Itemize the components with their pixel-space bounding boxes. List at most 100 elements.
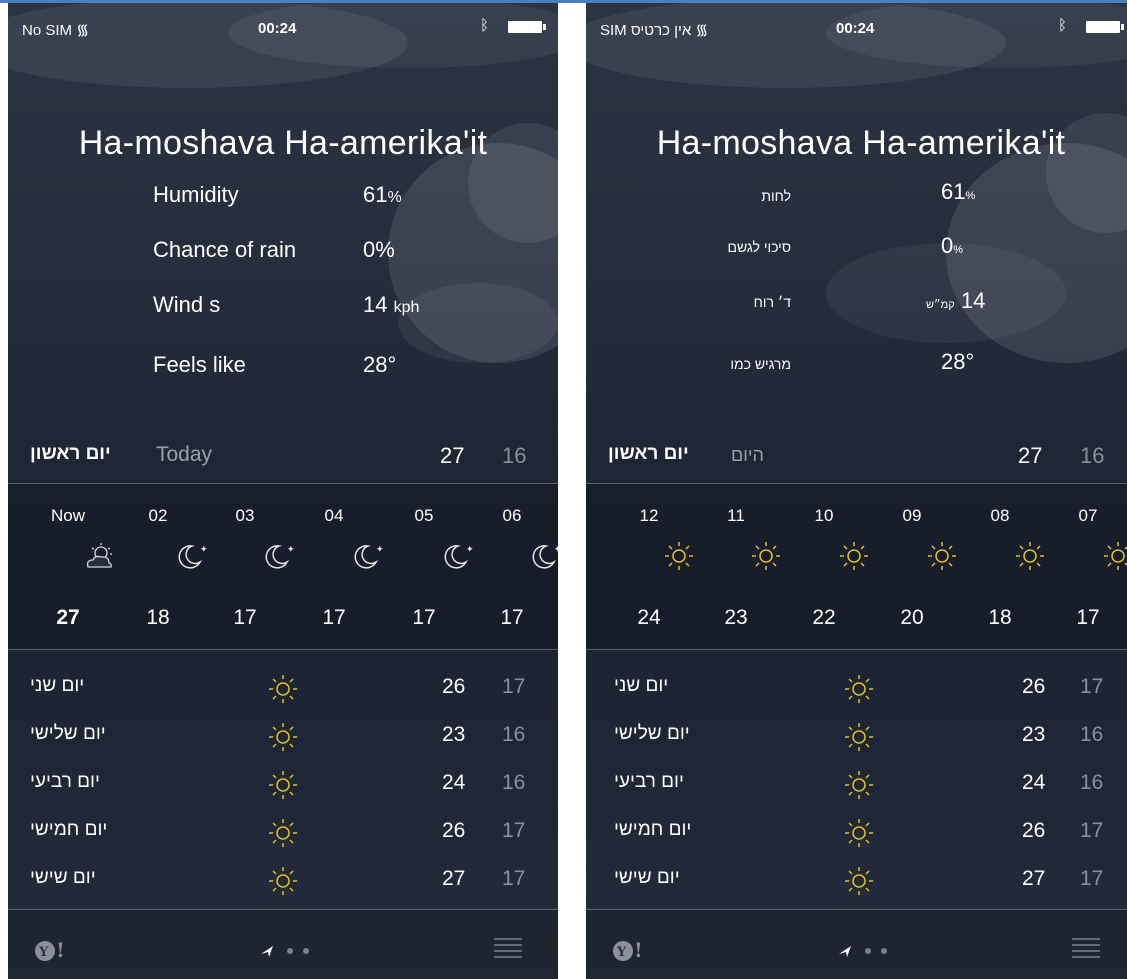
- yahoo-logo-icon[interactable]: Y!: [611, 937, 645, 963]
- hour-label: 06: [502, 506, 522, 525]
- hour-temp: 17: [412, 606, 436, 629]
- page-indicator[interactable]: [831, 940, 911, 960]
- moon-icon: ✦: [532, 545, 558, 569]
- sun-icon: [845, 723, 873, 751]
- day-name: יום שלישי: [614, 723, 690, 744]
- hour-temp: 17: [500, 606, 524, 629]
- today-label: Today: [156, 443, 213, 466]
- hour-label: 12: [639, 506, 659, 525]
- hour-temp: 27: [56, 606, 80, 629]
- hour-label: 07: [1078, 506, 1098, 525]
- city-name: Ha-moshava Ha-amerika'it: [656, 124, 1066, 162]
- sun-icon: [845, 771, 873, 799]
- hour-temp: 24: [637, 606, 661, 629]
- moon-icon: ✦: [265, 545, 295, 569]
- day-high: 26: [1022, 675, 1046, 698]
- bottom-toolbar: Y!: [8, 910, 558, 979]
- detail-label-humidity: Humidity: [153, 182, 239, 207]
- hour-label: 02: [148, 506, 168, 525]
- svg-text:✦: ✦: [554, 545, 558, 555]
- svg-text:Y: Y: [616, 945, 627, 960]
- day-high: 24: [1022, 771, 1046, 794]
- moon-icon: ✦: [444, 545, 474, 569]
- moon-icon: ✦: [354, 545, 384, 569]
- battery-icon: [508, 21, 546, 33]
- clock: 00:24: [258, 20, 297, 37]
- hourly-forecast[interactable]: Now 27 02 ✦ 18 03 ✦ 17 04 ✦ 17 05 ✦ 17 0…: [8, 484, 558, 649]
- hourly-forecast[interactable]: 12 24 11 23 10 22 09 20 08 18 07 17: [586, 484, 1127, 649]
- detail-label-humidity: לחות: [761, 188, 791, 204]
- detail-label-feels-like: Feels like: [153, 352, 246, 377]
- today-day-name: יום ראשון: [30, 443, 111, 464]
- daily-row: יום רביעי 24 16: [8, 763, 558, 803]
- weather-screen-english: No SIM ᯾ 00:24 ᛒ Ha-moshava Ha-amerika'i…: [8, 3, 558, 979]
- bluetooth-icon: ᛒ: [480, 17, 490, 34]
- sun-icon: [665, 542, 693, 570]
- detail-value-humidity: 61%: [941, 179, 976, 204]
- hour-label: 03: [235, 506, 255, 525]
- page-indicator[interactable]: [253, 940, 333, 960]
- day-name: יום רביעי: [30, 771, 100, 792]
- day-name: יום שישי: [614, 867, 680, 888]
- daily-row: יום חמישי 26 17: [586, 811, 1127, 851]
- hour-temp: 20: [900, 606, 924, 629]
- city-list-icon[interactable]: [1070, 935, 1102, 961]
- sun-icon: [752, 542, 780, 570]
- detail-value-wind: קמ״ש 14: [926, 288, 986, 313]
- day-low: 17: [1080, 819, 1104, 842]
- day-low: 16: [1080, 723, 1104, 746]
- carrier-label: No SIM ᯾: [22, 22, 89, 39]
- day-low: 17: [502, 819, 526, 842]
- sun-icon: [269, 819, 297, 847]
- hour-label: 10: [814, 506, 834, 525]
- day-high: 23: [442, 723, 466, 746]
- hour-label: 09: [902, 506, 922, 525]
- city-list-icon[interactable]: [492, 935, 524, 961]
- daily-row: יום שלישי 23 16: [8, 715, 558, 755]
- divider: [8, 649, 558, 650]
- day-low: 17: [502, 675, 526, 698]
- detail-value-humidity: 61%: [363, 182, 402, 207]
- day-high: 24: [442, 771, 466, 794]
- city-name: Ha-moshava Ha-amerika'it: [78, 124, 488, 162]
- clock: 00:24: [836, 20, 875, 37]
- hour-label: 05: [414, 506, 434, 525]
- detail-value-chance-of-rain: 0%: [363, 237, 395, 262]
- screenshot-gap: [558, 3, 586, 979]
- sun-icon: [1016, 542, 1044, 570]
- day-name: יום שלישי: [30, 723, 106, 744]
- bluetooth-icon: ᛒ: [1058, 17, 1068, 34]
- divider: [586, 649, 1127, 650]
- svg-text:!: !: [56, 938, 65, 962]
- day-name: יום שישי: [30, 867, 96, 888]
- today-high: 27: [440, 443, 465, 468]
- day-low: 17: [1080, 867, 1104, 890]
- daily-row: יום שישי 27 17: [8, 859, 558, 899]
- hour-temp: 18: [988, 606, 1012, 629]
- weather-screen-hebrew: אין כרטיס SIM ᯾ 00:24 ᛒ Ha-moshava Ha-am…: [586, 3, 1127, 979]
- wifi-icon: ᯾: [76, 22, 89, 39]
- hour-temp: 22: [812, 606, 836, 629]
- hour-label: 11: [727, 506, 745, 525]
- day-high: 26: [442, 819, 466, 842]
- sun-icon: [928, 542, 956, 570]
- detail-label-wind: ד׳ רוח: [753, 294, 791, 310]
- day-high: 27: [1022, 867, 1046, 890]
- today-summary-row: יום ראשון היום 27 16: [586, 439, 1127, 475]
- day-name: יום רביעי: [614, 771, 684, 792]
- daily-row: יום שני 26 17: [586, 667, 1127, 707]
- svg-text:✦: ✦: [200, 545, 208, 555]
- today-day-name: יום ראשון: [608, 443, 689, 464]
- svg-text:Y: Y: [38, 945, 49, 960]
- bottom-toolbar: Y!: [586, 910, 1127, 979]
- daily-row: יום רביעי 24 16: [586, 763, 1127, 803]
- today-summary-row: יום ראשון Today 27 16: [8, 439, 558, 475]
- hour-temp: 17: [233, 606, 257, 629]
- day-low: 16: [1080, 771, 1104, 794]
- daily-row: יום שני 26 17: [8, 667, 558, 707]
- sun-icon: [269, 771, 297, 799]
- yahoo-logo-icon[interactable]: Y!: [33, 937, 67, 963]
- moon-icon: ✦: [178, 545, 208, 569]
- sun-icon: [845, 675, 873, 703]
- day-high: 23: [1022, 723, 1046, 746]
